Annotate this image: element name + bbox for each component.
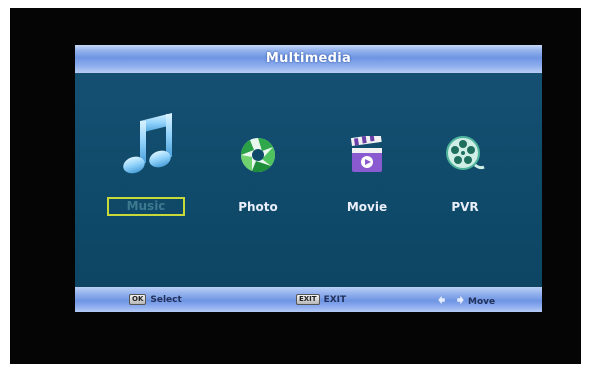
menu-label-movie: Movie (346, 200, 388, 214)
left-right-arrows-icon (437, 294, 465, 306)
footer-bar: OK Select EXIT EXIT Move (75, 287, 542, 312)
menu-item-movie[interactable]: Movie (322, 79, 412, 214)
menu-area: Music Photo Movie PVR (75, 73, 542, 287)
film-reel-icon (446, 136, 485, 170)
move-hint[interactable]: Move (436, 293, 495, 307)
multimedia-panel: Multimedia Music Photo Movie PVR OK Sele… (75, 45, 542, 312)
photo-aperture-icon (240, 138, 276, 173)
select-label: Select (150, 295, 182, 305)
exit-label: EXIT (323, 295, 347, 305)
select-hint[interactable]: OK Select (129, 293, 182, 307)
menu-item-music[interactable]: Music (103, 79, 193, 216)
page-title: Multimedia (265, 51, 352, 66)
selection-highlight: Music (107, 197, 185, 216)
exit-key-icon: EXIT (296, 294, 320, 305)
menu-label-photo: Photo (238, 200, 278, 214)
menu-item-photo[interactable]: Photo (213, 79, 303, 214)
clapperboard-icon (350, 136, 382, 172)
menu-label-music: Music (126, 199, 166, 213)
ok-key-icon: OK (129, 294, 147, 305)
title-bar: Multimedia (75, 45, 542, 73)
tv-screen: Multimedia Music Photo Movie PVR OK Sele… (10, 8, 581, 364)
exit-hint[interactable]: EXIT EXIT (296, 293, 346, 307)
move-label: Move (468, 297, 496, 307)
menu-item-pvr[interactable]: PVR (420, 79, 510, 214)
music-note-icon (123, 113, 172, 174)
menu-label-pvr: PVR (451, 200, 479, 214)
